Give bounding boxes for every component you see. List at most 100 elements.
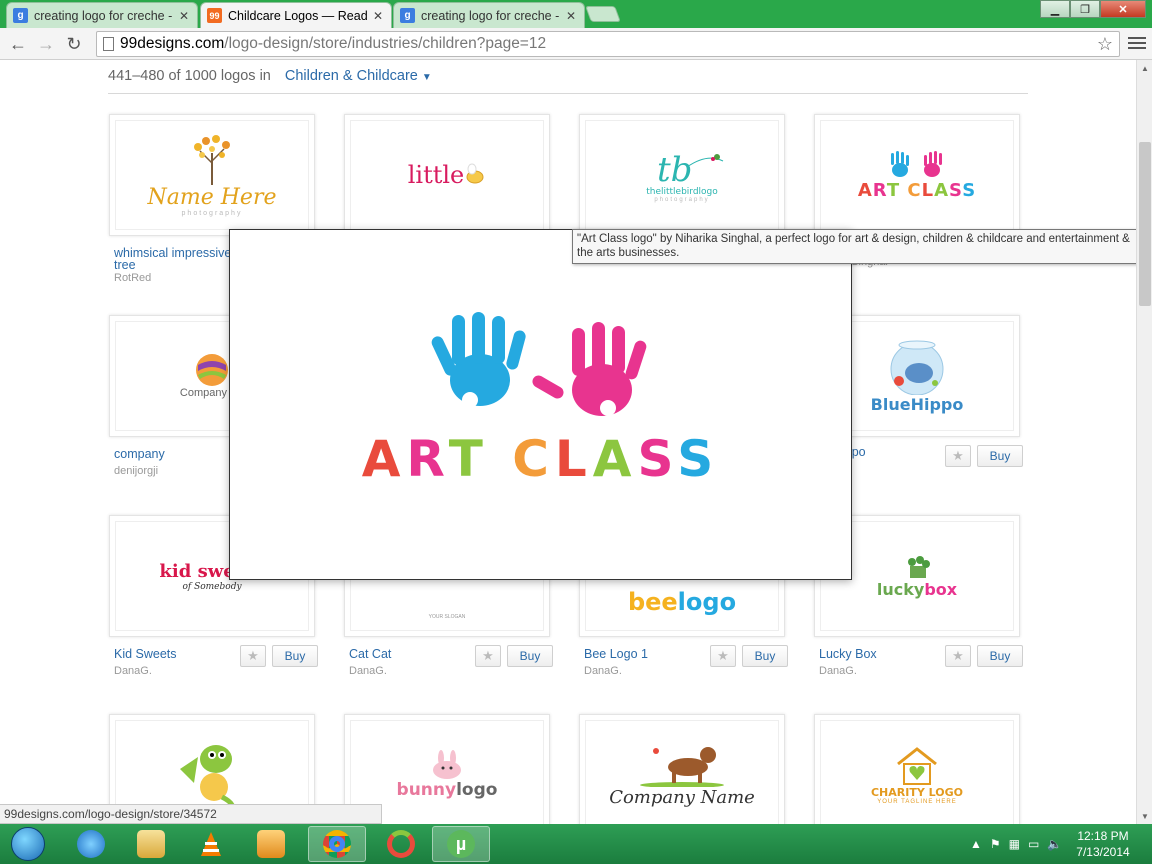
scroll-thumb[interactable] <box>1139 142 1151 306</box>
logo-text: luckybox <box>876 579 958 599</box>
results-range: 441–480 of 1000 logos in <box>108 68 271 84</box>
designer-name[interactable]: RotRed <box>114 272 151 284</box>
minimize-button[interactable]: ▁ <box>1040 0 1070 18</box>
buy-button[interactable]: Buy <box>507 645 553 667</box>
house-heart-icon <box>897 746 937 785</box>
forward-arrow-icon[interactable]: → <box>34 32 58 56</box>
new-tab-button[interactable] <box>585 6 621 22</box>
vlc-cone-icon <box>201 832 221 856</box>
designer-name[interactable]: denijorgji <box>114 465 158 477</box>
address-bar[interactable]: 99designs.com/logo-design/store/industri… <box>96 31 1120 57</box>
taskbar-file-explorer[interactable] <box>122 826 180 862</box>
tab-childcare-logos[interactable]: 99 Childcare Logos — Ready ✕ <box>200 2 392 28</box>
designer-name[interactable]: DanaG. <box>584 665 622 677</box>
url-path: /logo-design/store/industries/children?p… <box>224 35 547 52</box>
buy-button[interactable]: Buy <box>742 645 788 667</box>
taskbar-media-player[interactable] <box>242 826 300 862</box>
start-button[interactable] <box>2 826 54 862</box>
reload-icon[interactable]: ↻ <box>62 32 86 56</box>
url-host: 99designs.com <box>120 35 225 52</box>
favorite-star-button[interactable]: ★ <box>945 645 971 667</box>
bunny-icon <box>433 750 461 779</box>
browser-toolbar: ← → ↻ 99designs.com/logo-design/store/in… <box>0 28 1152 60</box>
favorite-star-button[interactable]: ★ <box>710 645 736 667</box>
status-bar-url: 99designs.com/logo-design/store/34572 <box>0 804 382 824</box>
category-dropdown[interactable]: Children & Childcare <box>285 68 418 84</box>
tab-title: creating logo for creche - <box>421 8 560 23</box>
bee-icon <box>466 163 484 184</box>
svg-text:tb: tb <box>657 150 692 187</box>
scroll-up-arrow-icon[interactable]: ▲ <box>1137 60 1152 76</box>
google-favicon-icon: g <box>13 8 28 23</box>
system-tray: ▲ ⚑ ▦ ▭ 🔈 <box>970 824 1062 864</box>
buy-button[interactable]: Buy <box>272 645 318 667</box>
logo-title-link[interactable]: Cat Cat <box>349 648 479 661</box>
logo-thumbnail[interactable]: ART CLASS <box>814 114 1020 236</box>
tree-icon <box>194 135 230 185</box>
designer-name[interactable]: DanaG. <box>114 665 152 677</box>
taskbar-clock[interactable]: 12:18 PM 7/13/2014 <box>1068 828 1138 860</box>
logo-title-link[interactable]: Bee Logo 1 <box>584 648 714 661</box>
logo-card[interactable]: little <box>344 114 550 236</box>
close-tab-icon[interactable]: ✕ <box>373 9 383 23</box>
taskbar-internet-explorer[interactable] <box>62 826 120 862</box>
restore-button[interactable]: ❐ <box>1070 0 1100 18</box>
favorite-star-button[interactable]: ★ <box>945 445 971 467</box>
designer-name[interactable]: DanaG. <box>349 665 387 677</box>
logo-text: little <box>407 161 465 189</box>
show-hidden-icons-icon[interactable]: ▲ <box>970 837 982 851</box>
dragon-icon <box>180 745 236 815</box>
logo-text: ART CLASS <box>857 179 977 201</box>
ring-app-icon <box>387 830 415 858</box>
favorite-star-button[interactable]: ★ <box>240 645 266 667</box>
back-arrow-icon[interactable]: ← <box>6 32 30 56</box>
logo-card[interactable]: tb thelittlebirdlogo photography <box>579 114 785 236</box>
logo-text: Company Name <box>609 786 755 808</box>
taskbar-chrome[interactable] <box>308 826 366 862</box>
buy-button[interactable]: Buy <box>977 445 1023 467</box>
network-icon[interactable]: ▦ <box>1009 837 1020 851</box>
close-window-button[interactable]: ✕ <box>1100 0 1146 18</box>
logo-title-link[interactable]: Kid Sweets <box>114 648 244 661</box>
logo-text: CHARITY LOGO <box>870 785 963 799</box>
internet-explorer-icon <box>77 830 105 858</box>
clover-gift-icon <box>908 555 930 578</box>
taskbar-utorrent[interactable]: µ <box>432 826 490 862</box>
logo-card[interactable]: Company Name <box>579 714 785 824</box>
chrome-menu-icon[interactable] <box>1128 33 1146 53</box>
vertical-scrollbar[interactable]: ▲ ▼ <box>1136 60 1152 824</box>
logo-card[interactable]: Name Here photography whimsical impressi… <box>109 114 315 284</box>
tab-creating-logo-2[interactable]: g creating logo for creche - ✕ <box>393 2 585 28</box>
logo-card[interactable]: CHARITY LOGO YOUR TAGLINE HERE <box>814 714 1020 824</box>
battery-icon[interactable]: ▭ <box>1028 837 1039 851</box>
logo-thumbnail[interactable]: Name Here photography <box>109 114 315 236</box>
logo-subtext: YOUR SLOGAN <box>428 614 466 620</box>
close-tab-icon[interactable]: ✕ <box>179 9 189 23</box>
designer-name[interactable]: DanaG. <box>819 665 857 677</box>
logo-title-link[interactable]: Lucky Box <box>819 648 949 661</box>
dropdown-caret-icon[interactable]: ▼ <box>422 72 432 83</box>
logo-text: BlueHippo <box>870 394 964 414</box>
handprints-icon <box>891 150 942 177</box>
favorite-star-button[interactable]: ★ <box>475 645 501 667</box>
folder-icon <box>137 830 165 858</box>
99designs-favicon-icon: 99 <box>207 8 222 23</box>
tab-creating-logo-1[interactable]: g creating logo for creche - ✕ <box>6 2 198 28</box>
scroll-down-arrow-icon[interactable]: ▼ <box>1137 808 1152 824</box>
logo-thumbnail[interactable]: CHARITY LOGO YOUR TAGLINE HERE <box>814 714 1020 824</box>
action-center-flag-icon[interactable]: ⚑ <box>990 837 1001 851</box>
hippo-fishbowl-icon <box>890 340 944 395</box>
taskbar-app[interactable] <box>372 826 430 862</box>
logo-thumbnail[interactable]: little <box>344 114 550 236</box>
volume-icon[interactable]: 🔈 <box>1047 837 1062 851</box>
close-tab-icon[interactable]: ✕ <box>566 9 576 23</box>
taskbar-vlc[interactable] <box>182 826 240 862</box>
bookmark-star-icon[interactable]: ☆ <box>1097 34 1113 55</box>
buy-button[interactable]: Buy <box>977 645 1023 667</box>
logo-thumbnail[interactable]: tb thelittlebirdlogo photography <box>579 114 785 236</box>
logo-title-link[interactable]: company <box>114 448 244 461</box>
logo-card[interactable]: ART CLASS a Singhal <box>814 114 1020 268</box>
logo-title-link[interactable]: whimsical impressive tree <box>114 247 244 272</box>
page-icon <box>103 37 114 51</box>
logo-thumbnail[interactable]: Company Name <box>579 714 785 824</box>
